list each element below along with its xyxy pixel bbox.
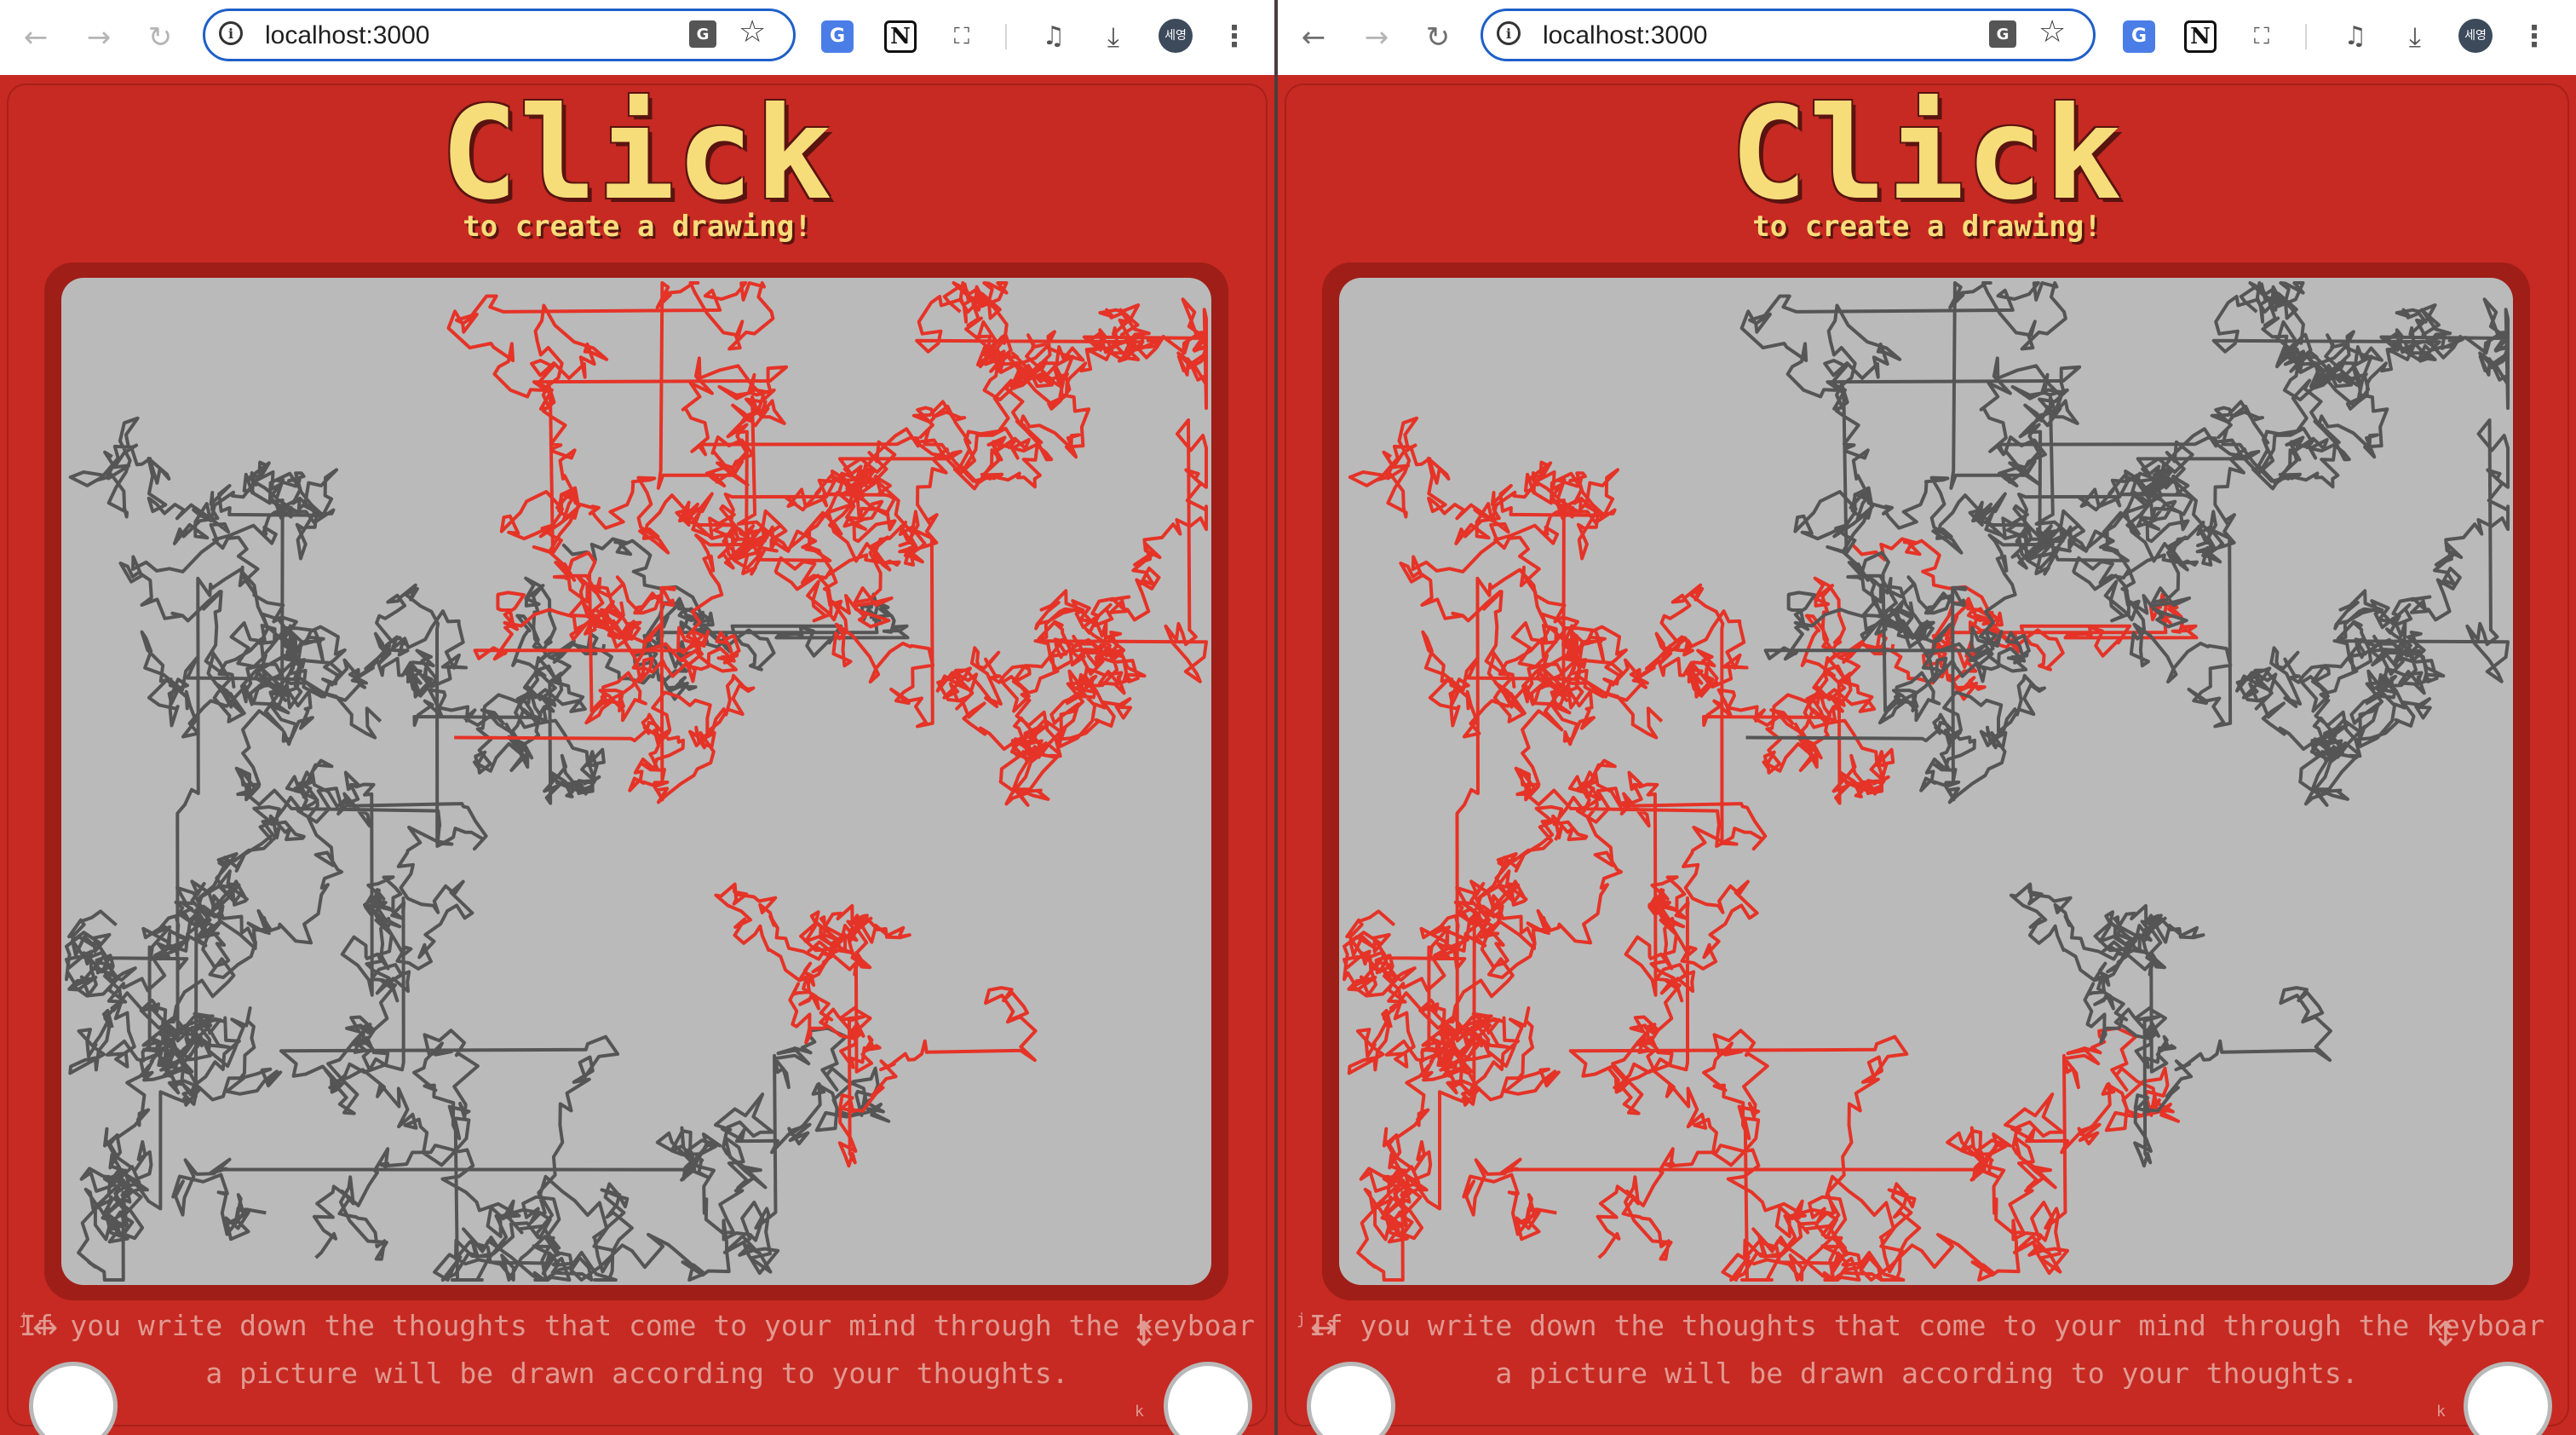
drawing-canvas[interactable] <box>61 278 1211 1285</box>
profile-avatar[interactable]: 세영 <box>2458 19 2493 53</box>
bookmark-star-icon[interactable]: ☆ <box>2038 14 2066 49</box>
vertical-arrow-icon: ↕ <box>1130 1315 1159 1354</box>
toolbar-separator <box>2305 24 2307 49</box>
right-knob-hint: k <box>1135 1403 1144 1421</box>
primary-stroke-4 <box>1462 1026 2181 1282</box>
drawing-svg[interactable] <box>61 278 1211 1285</box>
page-content: Click to create a drawing! ↔ j If you wr… <box>0 75 1274 1435</box>
vertical-arrow-icon: ↕ <box>2431 1315 2460 1354</box>
site-info-icon[interactable]: i <box>1497 21 1521 45</box>
right-knob-hint: k <box>2436 1403 2446 1421</box>
secondary-stroke-3 <box>935 418 1209 807</box>
primary-stroke-4 <box>171 1026 891 1282</box>
address-bar[interactable]: i localhost:3000 G ☆ <box>203 9 796 61</box>
url-text: localhost:3000 <box>265 21 430 49</box>
forward-arrow-icon[interactable]: → <box>1358 19 1395 56</box>
back-arrow-icon[interactable]: ← <box>17 19 55 56</box>
reload-icon[interactable]: ↻ <box>141 19 179 56</box>
app-subtitle: to create a drawing! <box>463 210 812 244</box>
browser-menu-icon[interactable]: ⋮ <box>1218 20 1251 53</box>
instructions-line-2: a picture will be drawn according to you… <box>205 1357 1069 1390</box>
extensions-puzzle-icon[interactable]: ⛶ <box>2245 20 2278 53</box>
primary-stroke-1 <box>1348 416 1749 746</box>
secondary-stroke-4 <box>2009 882 2332 1168</box>
primary-stroke-1 <box>68 416 469 746</box>
etch-frame: Click to create a drawing! ↔ j If you wr… <box>7 80 1268 1435</box>
drawing-screen-bezel <box>1322 262 2530 1300</box>
browser-window-right: ← → ↻ i localhost:3000 G ☆ G N ⛶ ♫ ⤓ 세영 … <box>1278 0 2576 1435</box>
google-translate-extension-icon[interactable]: G <box>2123 20 2155 53</box>
instructions-text: If you write down the thoughts that come… <box>1285 1302 2569 1398</box>
bookmark-star-icon[interactable]: ☆ <box>739 14 766 49</box>
app-title: Click <box>440 80 834 228</box>
browser-toolbar: ← → ↻ i localhost:3000 G ☆ G N ⛶ ♫ ⤓ 세영 … <box>1278 0 2576 76</box>
drawing-canvas[interactable] <box>1339 278 2513 1285</box>
toolbar-separator <box>1005 24 1007 49</box>
page-content: Click to create a drawing! ↔ j If you wr… <box>1278 75 2576 1435</box>
download-icon[interactable]: ⤓ <box>1097 20 1130 53</box>
drawing-svg[interactable] <box>1339 278 2513 1285</box>
address-bar[interactable]: i localhost:3000 G ☆ <box>1481 9 2096 61</box>
browser-menu-icon[interactable]: ⋮ <box>2518 20 2550 53</box>
translate-icon[interactable]: G <box>1989 20 2016 48</box>
download-icon[interactable]: ⤓ <box>2399 20 2431 53</box>
notion-extension-icon[interactable]: N <box>884 20 917 53</box>
forward-arrow-icon[interactable]: → <box>80 19 118 56</box>
google-translate-extension-icon[interactable]: G <box>821 20 854 53</box>
extensions-puzzle-icon[interactable]: ⛶ <box>946 20 978 53</box>
secondary-stroke-3 <box>2234 418 2510 807</box>
back-arrow-icon[interactable]: ← <box>1295 19 1332 56</box>
instructions-line-1: If you write down the thoughts that come… <box>19 1309 1256 1342</box>
translate-icon[interactable]: G <box>689 20 716 48</box>
instructions-line-2: a picture will be drawn according to you… <box>1495 1357 2359 1390</box>
primary-stroke-5 <box>252 583 474 1115</box>
drawing-screen-bezel <box>44 262 1228 1300</box>
profile-avatar[interactable]: 세영 <box>1159 19 1193 53</box>
app-title: Click <box>1730 80 2124 228</box>
browser-window-left: ← → ↻ i localhost:3000 G ☆ G N ⛶ ♫ ⤓ 세영 … <box>0 0 1274 1435</box>
secondary-stroke-2 <box>1739 281 2190 725</box>
media-control-icon[interactable]: ♫ <box>1038 20 1070 53</box>
etch-frame: Click to create a drawing! ↔ j If you wr… <box>1285 80 2569 1435</box>
url-text: localhost:3000 <box>1543 21 1708 49</box>
browser-toolbar: ← → ↻ i localhost:3000 G ☆ G N ⛶ ♫ ⤓ 세영 … <box>0 0 1274 76</box>
site-info-icon[interactable]: i <box>219 21 243 45</box>
app-subtitle: to create a drawing! <box>1752 210 2102 244</box>
notion-extension-icon[interactable]: N <box>2184 20 2217 53</box>
instructions-line-1: If you write down the thoughts that come… <box>1308 1309 2545 1342</box>
media-control-icon[interactable]: ♫ <box>2339 20 2372 53</box>
reload-icon[interactable]: ↻ <box>1419 19 1457 56</box>
instructions-text: If you write down the thoughts that come… <box>7 1302 1268 1398</box>
